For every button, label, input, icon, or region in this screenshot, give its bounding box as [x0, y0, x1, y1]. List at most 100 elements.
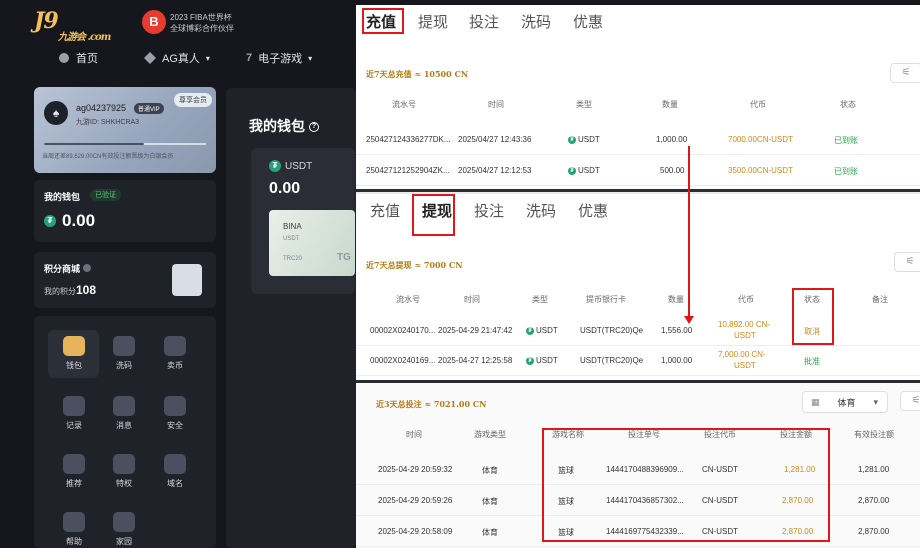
grid-item-domain[interactable]: 域名 [155, 454, 195, 489]
filter-button[interactable]: ⚟ [894, 252, 920, 272]
record-icon [63, 396, 85, 416]
points-panel[interactable]: 积分商城 我的积分 108 [34, 252, 216, 308]
table-row[interactable]: 250427124336277DK... 2025/04/27 12:43:36… [356, 125, 920, 155]
chevron-down-icon: ▾ [873, 396, 879, 407]
table-row[interactable]: 00002X0240170... 2025-04-29 21:47:42 ₮ US… [356, 316, 920, 346]
home-gear-icon [113, 512, 135, 532]
grid-item-help[interactable]: 帮助 [54, 512, 94, 547]
grid-item-security[interactable]: 安全 [155, 396, 195, 431]
chevron-down-icon: ▾ [308, 53, 313, 63]
game-type-select[interactable]: ▦ 体育 ▾ [802, 391, 888, 413]
fiba-partner-text: 2023 FIBA世界杯 全球博彩合作伙伴 [170, 13, 234, 33]
seven-icon: 7 [246, 52, 253, 64]
tab-promotions[interactable]: 优惠 [573, 11, 603, 32]
filter-icon: ⚟ [905, 256, 915, 267]
tether-icon: ₮ [568, 135, 576, 144]
nav-item-slots[interactable]: 7 电子游戏 ▾ [246, 50, 312, 66]
grid-item-referral[interactable]: 推荐 [54, 454, 94, 489]
grid-item-privilege[interactable]: 特权 [104, 454, 144, 489]
usdt-header: ₮ USDT [269, 160, 312, 172]
withdraw-history-panel: 充值 提现 投注 洗码 优惠 近7天总提现 ≈ 7000 CN ⚟ 流水号 时间… [356, 192, 920, 380]
tab-withdraw[interactable]: 提现 [418, 11, 448, 32]
grid-item-wallet[interactable]: 钱包 [54, 336, 94, 371]
grid-item-rebate[interactable]: 洗码 [104, 336, 144, 371]
home-icon [59, 53, 69, 63]
user-id: 九游ID: SHKHCRA3 [76, 119, 140, 126]
diamond-icon [144, 52, 156, 64]
fiba-logo-icon: B [142, 10, 166, 34]
tab-bets[interactable]: 投注 [469, 11, 499, 32]
nav-item-home[interactable]: 首页 [58, 50, 98, 66]
bet-summary: 近3天总投注 ≈ 7021.00 CN [376, 399, 487, 409]
gift-bag-icon [172, 264, 202, 296]
security-icon [164, 396, 186, 416]
user-card: ♠ ag04237925 普通VIP 九游ID: SHKHCRA3 尊享会员 当… [34, 87, 216, 173]
filter-button[interactable]: ⚟ [890, 63, 920, 83]
deposit-history-panel: 充值 提现 投注 洗码 优惠 近7天总充值 ≈ 10500 CN ⚟ 流水号 时… [356, 5, 920, 189]
domain-icon [164, 454, 186, 474]
filter-button[interactable]: ⚟ [900, 391, 920, 411]
wallet-title: 我的钱包 [44, 192, 81, 202]
points-value: 108 [76, 283, 97, 297]
wallet-icon [63, 336, 85, 356]
tether-icon: ₮ [568, 166, 576, 175]
bank-card[interactable]: BINA USDT TRC20 TG [269, 210, 355, 276]
username: ag04237925 [76, 103, 127, 113]
help-icon [82, 264, 91, 272]
tab-deposit[interactable]: 充值 [370, 200, 400, 221]
withdraw-summary: 近7天总提现 ≈ 7000 CN [366, 260, 463, 270]
member-tier-tag[interactable]: 尊享会员 [174, 93, 212, 107]
grid-item-records[interactable]: 记录 [54, 396, 94, 431]
filter-icon: ⚟ [901, 67, 911, 78]
help-icon[interactable]: ? [309, 122, 319, 133]
highlight-box [412, 194, 455, 236]
rebate-icon [113, 336, 135, 356]
grid-item-home[interactable]: 家园 [104, 512, 144, 547]
withdraw-table-header: 流水号 时间 类型 提币银行卡 数量 代币 状态 备注 [356, 294, 920, 316]
deposit-table-header: 流水号 时间 类型 数量 代币 状态 [356, 99, 920, 121]
highlight-box [362, 8, 404, 34]
points-label: 我的积分 [44, 287, 76, 296]
tether-icon: ₮ [44, 215, 56, 227]
tether-icon: ₮ [269, 160, 281, 172]
usdt-wallet-card[interactable]: ₮ USDT 0.00 BINA USDT TRC20 TG [251, 148, 355, 294]
wallet-panel[interactable]: 我的钱包 已验证 ₮ 0.00 [34, 180, 216, 242]
grid-view-icon: ▦ [811, 396, 820, 407]
help-icon [63, 512, 85, 532]
chevron-down-icon: ▾ [205, 53, 210, 63]
referral-icon [63, 454, 85, 474]
grid-item-sell-coin[interactable]: 卖币 [155, 336, 195, 371]
usdt-balance: 0.00 [269, 180, 301, 197]
filter-icon: ⚟ [911, 395, 920, 406]
crown-icon [113, 454, 135, 474]
vip-progress-note: 当周还差89,629.00CN有效投注额晋级为白银会员 [42, 154, 174, 160]
wallet-verified-badge: 已验证 [90, 189, 121, 201]
grid-item-messages[interactable]: 消息 [104, 396, 144, 431]
site-logo[interactable]: J9 九游会 .com [34, 8, 111, 43]
annotation-arrow-head [684, 316, 694, 324]
nav-item-ag-live[interactable]: AG真人 ▾ [144, 50, 210, 66]
history-tabs: 充值 提现 投注 洗码 优惠 [356, 5, 920, 37]
points-title: 积分商城 [44, 262, 91, 275]
annotation-arrow [688, 146, 690, 320]
tether-icon: ₮ [526, 356, 534, 365]
bet-history-panel: 近3天总投注 ≈ 7021.00 CN ▦ 体育 ▾ ⚟ 时间 游戏类型 游戏名… [356, 380, 920, 548]
tab-promotions[interactable]: 优惠 [578, 200, 608, 221]
tab-rebate[interactable]: 洗码 [526, 200, 556, 221]
highlight-box [542, 428, 830, 542]
wallet-amount: ₮ 0.00 [44, 211, 95, 231]
vip-progress-bar [44, 143, 206, 145]
avatar[interactable]: ♠ [44, 101, 68, 125]
main-nav: 首页 AG真人 ▾ 7 电子游戏 ▾ [0, 44, 355, 74]
deposit-summary: 近7天总充值 ≈ 10500 CN [366, 69, 469, 79]
tab-bets[interactable]: 投注 [474, 200, 504, 221]
table-row[interactable]: 00002X0240169... 2025-04-27 12:25:58 ₮ US… [356, 346, 920, 376]
sell-coin-icon [164, 336, 186, 356]
tether-icon: ₮ [526, 326, 534, 335]
message-icon [113, 396, 135, 416]
tab-rebate[interactable]: 洗码 [521, 11, 551, 32]
table-row[interactable]: 250427121252904ZK... 2025/04/27 12:12:53… [356, 156, 920, 186]
vip-progress-fill [44, 143, 145, 145]
page-title: 我的钱包? [249, 116, 319, 136]
vip-badge: 普通VIP [134, 103, 164, 114]
